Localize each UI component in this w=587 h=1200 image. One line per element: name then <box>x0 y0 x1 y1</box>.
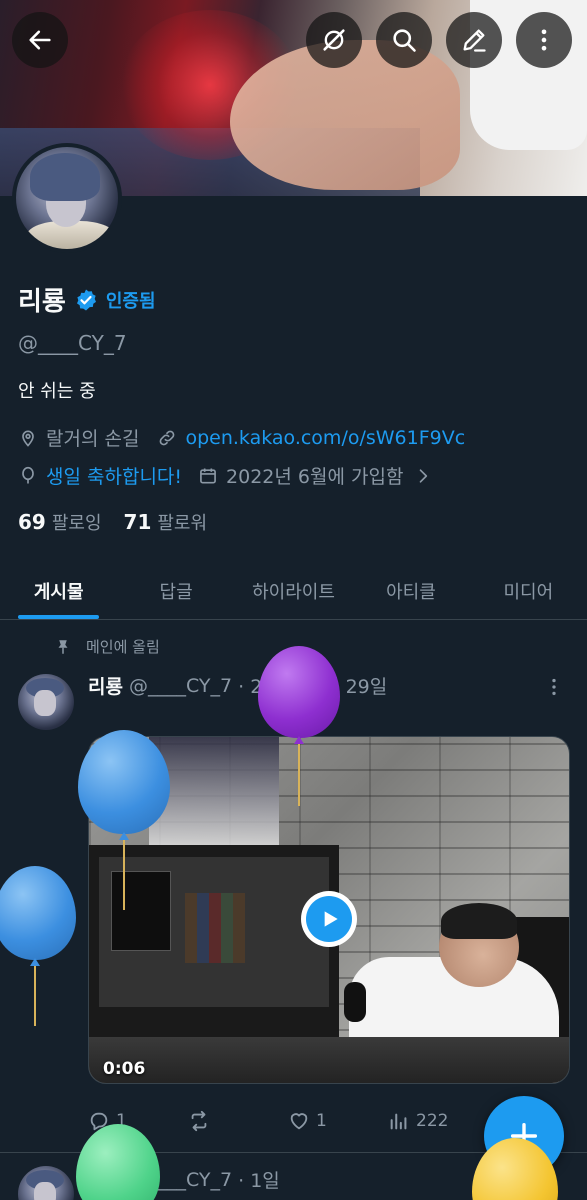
edit-icon <box>463 29 486 52</box>
profile-handle: @____CY_7 <box>18 331 127 355</box>
profile-name-row: 리룡 인증됨 <box>18 281 156 318</box>
chevron-right-icon[interactable] <box>413 466 433 486</box>
play-icon <box>324 911 338 927</box>
following-label: 팔로잉 <box>51 513 102 534</box>
profile-joined: 2022년 6월에 가입함 <box>226 466 404 488</box>
like-count: 1 <box>316 1111 327 1131</box>
balloon-string <box>123 840 125 910</box>
search-button[interactable] <box>376 12 432 68</box>
post-avatar[interactable] <box>18 674 74 730</box>
retweet-icon <box>191 1110 207 1132</box>
location-pin-icon <box>22 430 34 447</box>
verified-label[interactable]: 인증됨 <box>106 287 156 313</box>
balloon-body <box>0 866 76 960</box>
pinned-label: 메인에 올림 <box>86 638 160 656</box>
next-post-avatar[interactable] <box>18 1166 74 1200</box>
play-ring <box>306 896 352 942</box>
search-icon <box>393 29 416 52</box>
play-button[interactable] <box>301 891 357 947</box>
person-hair <box>441 903 517 939</box>
video-duration: 0:06 <box>103 1059 146 1079</box>
followers-link[interactable]: 71 팔로워 <box>124 509 208 535</box>
blue-balloon <box>78 730 170 910</box>
views-button[interactable]: 222 <box>388 1110 488 1132</box>
more-options-button[interactable] <box>516 12 572 68</box>
more-vertical-icon <box>541 29 547 51</box>
profile-tabs: 게시물 답글 하이라이트 아티클 미디어 <box>0 566 587 620</box>
avatar-face <box>34 690 56 716</box>
edit-button[interactable] <box>446 12 502 68</box>
purple-balloon <box>258 646 340 806</box>
arrow-left-icon <box>29 30 51 50</box>
avatar-face <box>34 1182 56 1200</box>
profile-avatar[interactable] <box>12 143 122 253</box>
more-vertical-icon <box>552 678 556 696</box>
view-count: 222 <box>416 1111 449 1131</box>
post-header: 리룡 @____CY_7 · 25년 10월 29일 <box>88 672 387 699</box>
heart-icon <box>290 1113 308 1130</box>
post-handle[interactable]: @____CY_7 <box>129 675 232 697</box>
shelf-books <box>185 893 245 963</box>
balloon-body <box>76 1124 160 1200</box>
profile-name: 리룡 <box>18 287 66 317</box>
profile-birthday[interactable]: 생일 축하합니다! <box>46 462 182 489</box>
profile-bio: 안 쉬는 중 <box>18 381 96 402</box>
tab-highlights[interactable]: 하이라이트 <box>235 566 352 619</box>
followers-count: 71 <box>123 510 152 534</box>
link-icon <box>160 430 175 445</box>
post-more-button[interactable] <box>543 676 565 703</box>
next-post-date[interactable]: · 1일 <box>238 1166 280 1193</box>
following-count: 69 <box>18 510 46 534</box>
balloon-body <box>78 730 170 834</box>
post-author[interactable]: 리룡 <box>88 672 123 699</box>
yellow-balloon <box>472 1138 558 1200</box>
profile-link[interactable]: open.kakao.com/o/sW61F9Vc <box>185 427 465 449</box>
profile-birthday-row: 생일 축하합니다! 2022년 6월에 가입함 <box>18 462 441 489</box>
following-link[interactable]: 69 팔로잉 <box>18 509 102 535</box>
tab-replies[interactable]: 답글 <box>117 566 234 619</box>
verified-badge-icon[interactable] <box>74 288 98 312</box>
video-mic <box>344 982 366 1022</box>
blue-balloon-left <box>0 866 76 1026</box>
tab-articles[interactable]: 아티클 <box>352 566 469 619</box>
balloon-body <box>472 1138 558 1200</box>
tab-media[interactable]: 미디어 <box>470 566 587 619</box>
back-button[interactable] <box>12 12 68 68</box>
views-chart-icon <box>390 1113 407 1130</box>
pinned-indicator: 메인에 올림 <box>54 636 160 657</box>
followers-label: 팔로워 <box>157 513 208 534</box>
pen-slash-icon <box>323 29 345 51</box>
like-button[interactable]: 1 <box>288 1110 388 1132</box>
balloon-icon <box>22 466 34 483</box>
follow-stats: 69 팔로잉 71 팔로워 <box>18 509 207 535</box>
retweet-button[interactable] <box>188 1110 288 1132</box>
calendar-icon <box>200 468 216 483</box>
pin-icon <box>58 639 68 654</box>
tab-posts[interactable]: 게시물 <box>0 566 117 619</box>
profile-location: 랄거의 손길 <box>46 428 140 450</box>
grok-button[interactable] <box>306 12 362 68</box>
balloon-string <box>298 744 300 806</box>
avatar-hair <box>30 153 100 201</box>
video-desk <box>89 1037 569 1083</box>
profile-location-row: 랄거의 손길 open.kakao.com/o/sW61F9Vc <box>18 424 465 451</box>
balloon-body <box>258 646 340 738</box>
balloon-string <box>34 966 36 1026</box>
green-balloon <box>76 1124 160 1200</box>
